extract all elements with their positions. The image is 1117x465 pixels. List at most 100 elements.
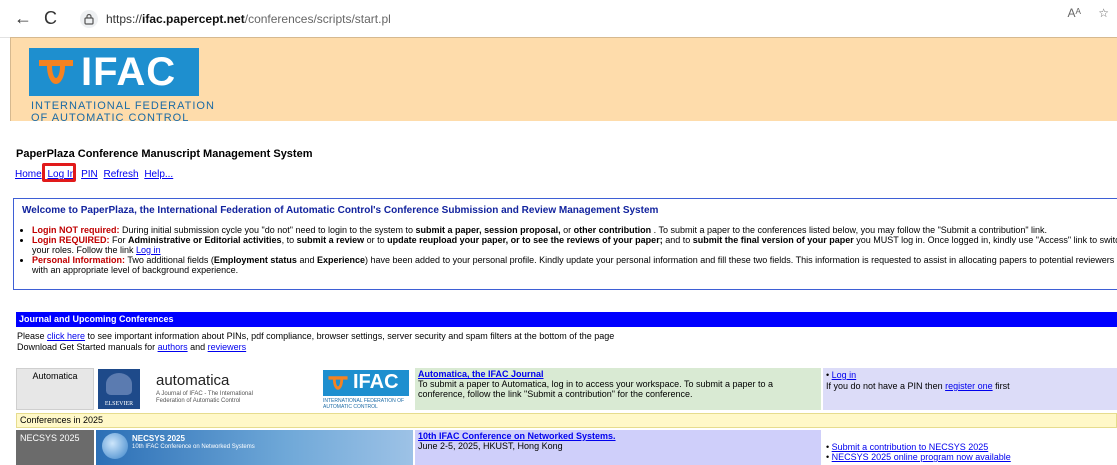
welcome-login-link[interactable]: Log in — [136, 245, 161, 255]
login-highlight-box — [42, 163, 77, 182]
register-suffix: first — [992, 381, 1010, 391]
url-scheme: https:// — [106, 12, 143, 26]
item2-line2: your roles. Follow the link — [32, 245, 137, 255]
necsys-conference-link[interactable]: 10th IFAC Conference on Networked System… — [418, 431, 616, 441]
nav-home-link[interactable]: Home — [15, 169, 42, 180]
info-suffix: to see important information about PINs,… — [85, 331, 615, 341]
automatica-desc-text: To submit a paper to Automatica, log in … — [418, 379, 774, 399]
item1-bold: submit a paper, session proposal, — [415, 225, 561, 235]
automatica-register-line: If you do not have a PIN then register o… — [826, 381, 1114, 392]
item2-bold3: update reupload your paper, or to see th… — [387, 235, 663, 245]
small-ifac-text: IFAC — [353, 371, 399, 393]
necsys-submit-link[interactable]: Submit a contribution to NECSYS 2025 — [832, 442, 989, 452]
manuals-prefix: Download Get Started manuals for — [17, 342, 158, 352]
ifac-logo-subtitle: INTERNATIONAL FEDERATION OF AUTOMATIC CO… — [31, 100, 251, 124]
elsevier-text: ELSEVIER — [104, 401, 134, 407]
manuals-and: and — [187, 342, 208, 352]
automatica-login-link[interactable]: Log in — [832, 370, 857, 380]
toolbar-right-icons: Aᴬ ☆ — [1053, 6, 1109, 20]
ifac-logo-text: IFAC — [81, 50, 177, 94]
login-required-label: Login REQUIRED: — [32, 235, 110, 245]
register-pin-link[interactable]: register one — [945, 381, 993, 391]
logo-subtitle-line1: INTERNATIONAL FEDERATION — [31, 100, 215, 112]
item2-text-a: For — [109, 235, 129, 245]
register-prefix: If you do not have a PIN then — [826, 381, 946, 391]
url-host: ifac.papercept.net — [142, 12, 245, 26]
necsys-label: NECSYS 2025 — [16, 430, 94, 465]
necsys-banner-title: NECSYS 2025 — [132, 434, 185, 443]
back-arrow-icon[interactable]: ← — [14, 9, 32, 27]
necsys-banner-subtitle: 10th IFAC Conference on Networked System… — [132, 444, 255, 450]
automatica-row: Automatica ELSEVIER automatica A Journal… — [16, 368, 1117, 410]
item2-text-b: , to — [281, 235, 297, 245]
item3-bold2: Experience — [316, 255, 365, 265]
login-not-required-label: Login NOT required: — [32, 225, 120, 235]
info-line-2: Download Get Started manuals for authors… — [17, 342, 614, 353]
ifac-logo-box: IFAC — [29, 48, 199, 96]
personal-info-label: Personal Information: — [32, 255, 126, 265]
item1-text-c: . To submit a paper to the conferences l… — [651, 225, 1048, 235]
favorite-star-icon[interactable]: ☆ — [1098, 6, 1109, 20]
necsys-program-link[interactable]: NECSYS 2025 online program now available — [832, 452, 1011, 462]
item1-text-a: During initial submission cycle you "do … — [119, 225, 416, 235]
item2-text-d: and to — [662, 235, 693, 245]
automatica-journal-link[interactable]: Automatica, the IFAC Journal — [418, 369, 544, 379]
item2-bold4: submit the final version of your paper — [692, 235, 854, 245]
item2-bold: Administrative or Editorial activities — [128, 235, 282, 245]
item2-bold2: submit a review — [296, 235, 365, 245]
small-ifac-logo: IFAC INTERNATIONAL FEDERATION OF AUTOMAT… — [323, 370, 411, 410]
item3-text-b: and — [296, 255, 317, 265]
site-header: IFAC INTERNATIONAL FEDERATION OF AUTOMAT… — [10, 37, 1117, 124]
conferences-year-header: Conferences in 2025 — [16, 413, 1117, 428]
item3-line2: with an appropriate level of background … — [32, 265, 239, 275]
item1-text-b: or — [560, 225, 574, 235]
login-highlight: Log In — [42, 163, 78, 182]
address-bar[interactable]: https://ifac.papercept.net/conferences/s… — [72, 6, 1107, 32]
read-aloud-icon[interactable]: Aᴬ — [1067, 6, 1080, 20]
click-here-link[interactable]: click here — [47, 331, 85, 341]
nav-help-link[interactable]: Help... — [144, 169, 173, 180]
automatica-banner[interactable]: ELSEVIER automatica A Journal of IFAC - … — [96, 368, 413, 410]
nav-pin-link[interactable]: PIN — [81, 169, 98, 180]
automatica-label: Automatica — [16, 368, 94, 410]
automatica-login-item: • Log in — [826, 370, 857, 380]
necsys-row: NECSYS 2025 NECSYS 2025 10th IFAC Confer… — [16, 430, 1117, 465]
top-nav: Home Log In PIN Refresh Help... — [15, 163, 176, 182]
authors-manual-link[interactable]: authors — [158, 342, 188, 352]
item2-text-e: you MUST log in. Once logged in, kindly … — [853, 235, 1117, 245]
welcome-item-login-not-required: Login NOT required: During initial submi… — [32, 225, 1109, 235]
page-title: PaperPlaza Conference Manuscript Managem… — [16, 148, 313, 160]
site-info-icon[interactable] — [80, 10, 98, 28]
reload-icon[interactable]: C — [44, 9, 57, 27]
small-ifac-box: IFAC — [323, 370, 409, 396]
small-ifac-mark-icon — [328, 376, 348, 390]
item1-bold2: other contribution — [573, 225, 652, 235]
welcome-item-personal-info: Personal Information: Two additional fie… — [32, 255, 1114, 275]
logo-subtitle-line2: OF AUTOMATIC CONTROL — [31, 112, 190, 124]
item3-text-c: ) have been added to your personal profi… — [365, 255, 1115, 265]
necsys-description: 10th IFAC Conference on Networked System… — [415, 430, 821, 465]
item3-text-a: Two additional fields ( — [125, 255, 214, 265]
small-ifac-subtitle: INTERNATIONAL FEDERATION OF AUTOMATIC CO… — [323, 398, 405, 410]
item3-bold: Employment status — [213, 255, 297, 265]
welcome-box: Welcome to PaperPlaza, the International… — [13, 198, 1117, 290]
nav-refresh-link[interactable]: Refresh — [104, 169, 139, 180]
necsys-actions: • Submit a contribution to NECSYS 2025 •… — [823, 430, 1117, 465]
elsevier-logo: ELSEVIER — [98, 369, 140, 409]
automatica-actions: • Log in If you do not have a PIN then r… — [823, 368, 1117, 410]
reviewers-manual-link[interactable]: reviewers — [208, 342, 247, 352]
necsys-program-item: • NECSYS 2025 online program now availab… — [826, 452, 1011, 462]
welcome-title: Welcome to PaperPlaza, the International… — [22, 205, 659, 216]
globe-icon — [102, 433, 128, 459]
elsevier-tree-icon — [106, 373, 132, 395]
automatica-wordmark: automatica — [156, 372, 230, 389]
url-text[interactable]: https://ifac.papercept.net/conferences/s… — [106, 12, 391, 26]
info-line-1: Please click here to see important infor… — [17, 331, 614, 342]
welcome-list: Login NOT required: During initial submi… — [32, 225, 1117, 275]
necsys-banner[interactable]: NECSYS 2025 10th IFAC Conference on Netw… — [96, 430, 413, 465]
necsys-date-text: June 2-5, 2025, HKUST, Hong Kong — [418, 441, 563, 451]
browser-toolbar: ← C https://ifac.papercept.net/conferenc… — [0, 0, 1117, 38]
info-lines: Please click here to see important infor… — [17, 331, 614, 353]
automatica-subtitle: A Journal of IFAC - The International Fe… — [156, 391, 253, 404]
automatica-description: Automatica, the IFAC Journal To submit a… — [415, 368, 821, 410]
